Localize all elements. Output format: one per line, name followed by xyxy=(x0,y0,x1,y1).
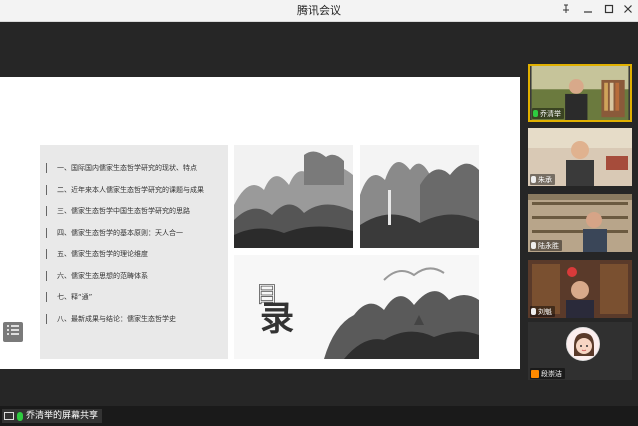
participant-name-tag: 朱承 xyxy=(530,174,555,185)
landscape-painting-2 xyxy=(360,145,479,248)
participant-tile[interactable]: 刘魁 xyxy=(528,260,632,318)
avatar xyxy=(566,327,600,361)
participant-tile[interactable]: 陆永胜 xyxy=(528,194,632,252)
window-title: 腾讯会议 xyxy=(297,4,341,17)
list-icon[interactable] xyxy=(3,322,23,342)
microphone-icon[interactable] xyxy=(533,110,538,117)
toc-item: 六、儒家生态思想的范畴体系 xyxy=(46,270,204,293)
presentation-slide: 一、国际国内儒家生态哲学研究的现状、特点 二、近年来本人儒家生态哲学研究的课题与… xyxy=(0,77,520,369)
microphone-icon xyxy=(17,411,23,421)
toc-item: 三、儒家生态哲学中国生态哲学研究的思路 xyxy=(46,206,204,228)
user-icon xyxy=(531,369,539,378)
close-icon[interactable] xyxy=(619,3,637,19)
participant-sidebar: 乔清举 朱承 陆永胜 刘魁 段崇洁 xyxy=(520,22,638,406)
toc-list: 一、国际国内儒家生态哲学研究的现状、特点 二、近年来本人儒家生态哲学研究的课题与… xyxy=(46,163,204,335)
pin-icon[interactable] xyxy=(557,3,575,19)
participant-name-tag: 段崇洁 xyxy=(530,368,565,379)
heading-char-lu: 录 xyxy=(260,299,294,339)
toc-item: 四、儒家生态哲学的基本原则：天人合一 xyxy=(46,227,204,250)
screen-share-indicator[interactable]: 乔清举的屏幕共享 xyxy=(2,409,103,423)
shared-screen-area: 一、国际国内儒家生态哲学研究的现状、特点 二、近年来本人儒家生态哲学研究的课题与… xyxy=(0,22,520,406)
participant-name-tag: 陆永胜 xyxy=(530,240,562,251)
toc-panel: 一、国际国内儒家生态哲学研究的现状、特点 二、近年来本人儒家生态哲学研究的课题与… xyxy=(40,145,228,359)
bottom-bar: 乔清举的屏幕共享 xyxy=(0,406,638,426)
microphone-icon[interactable] xyxy=(531,308,536,315)
toc-item: 二、近年来本人儒家生态哲学研究的课题与成果 xyxy=(46,184,204,207)
microphone-icon[interactable] xyxy=(531,176,536,183)
toc-item: 七、释“通” xyxy=(46,292,204,314)
participant-tile[interactable]: 段崇洁 xyxy=(528,322,632,380)
microphone-icon[interactable] xyxy=(531,242,536,249)
share-label-text: 乔清举的屏幕共享 xyxy=(26,411,99,421)
participant-name-tag: 刘魁 xyxy=(530,306,555,317)
minimize-icon[interactable] xyxy=(579,3,597,19)
title-bar: 腾讯会议 xyxy=(0,0,638,22)
screen-share-icon xyxy=(4,412,14,420)
participant-name-tag: 乔清举 xyxy=(532,108,564,119)
toc-item: 八、最新成果与结论：儒家生态哲学史 xyxy=(46,313,204,336)
participant-tile[interactable]: 朱承 xyxy=(528,128,632,186)
participant-tile[interactable]: 乔清举 xyxy=(528,64,632,122)
landscape-painting-1 xyxy=(234,145,353,248)
contents-heading: 目 录 xyxy=(256,277,316,339)
toc-item: 五、儒家生态哲学的理论维度 xyxy=(46,249,204,271)
maximize-icon[interactable] xyxy=(600,3,618,19)
toc-item: 一、国际国内儒家生态哲学研究的现状、特点 xyxy=(46,163,204,185)
